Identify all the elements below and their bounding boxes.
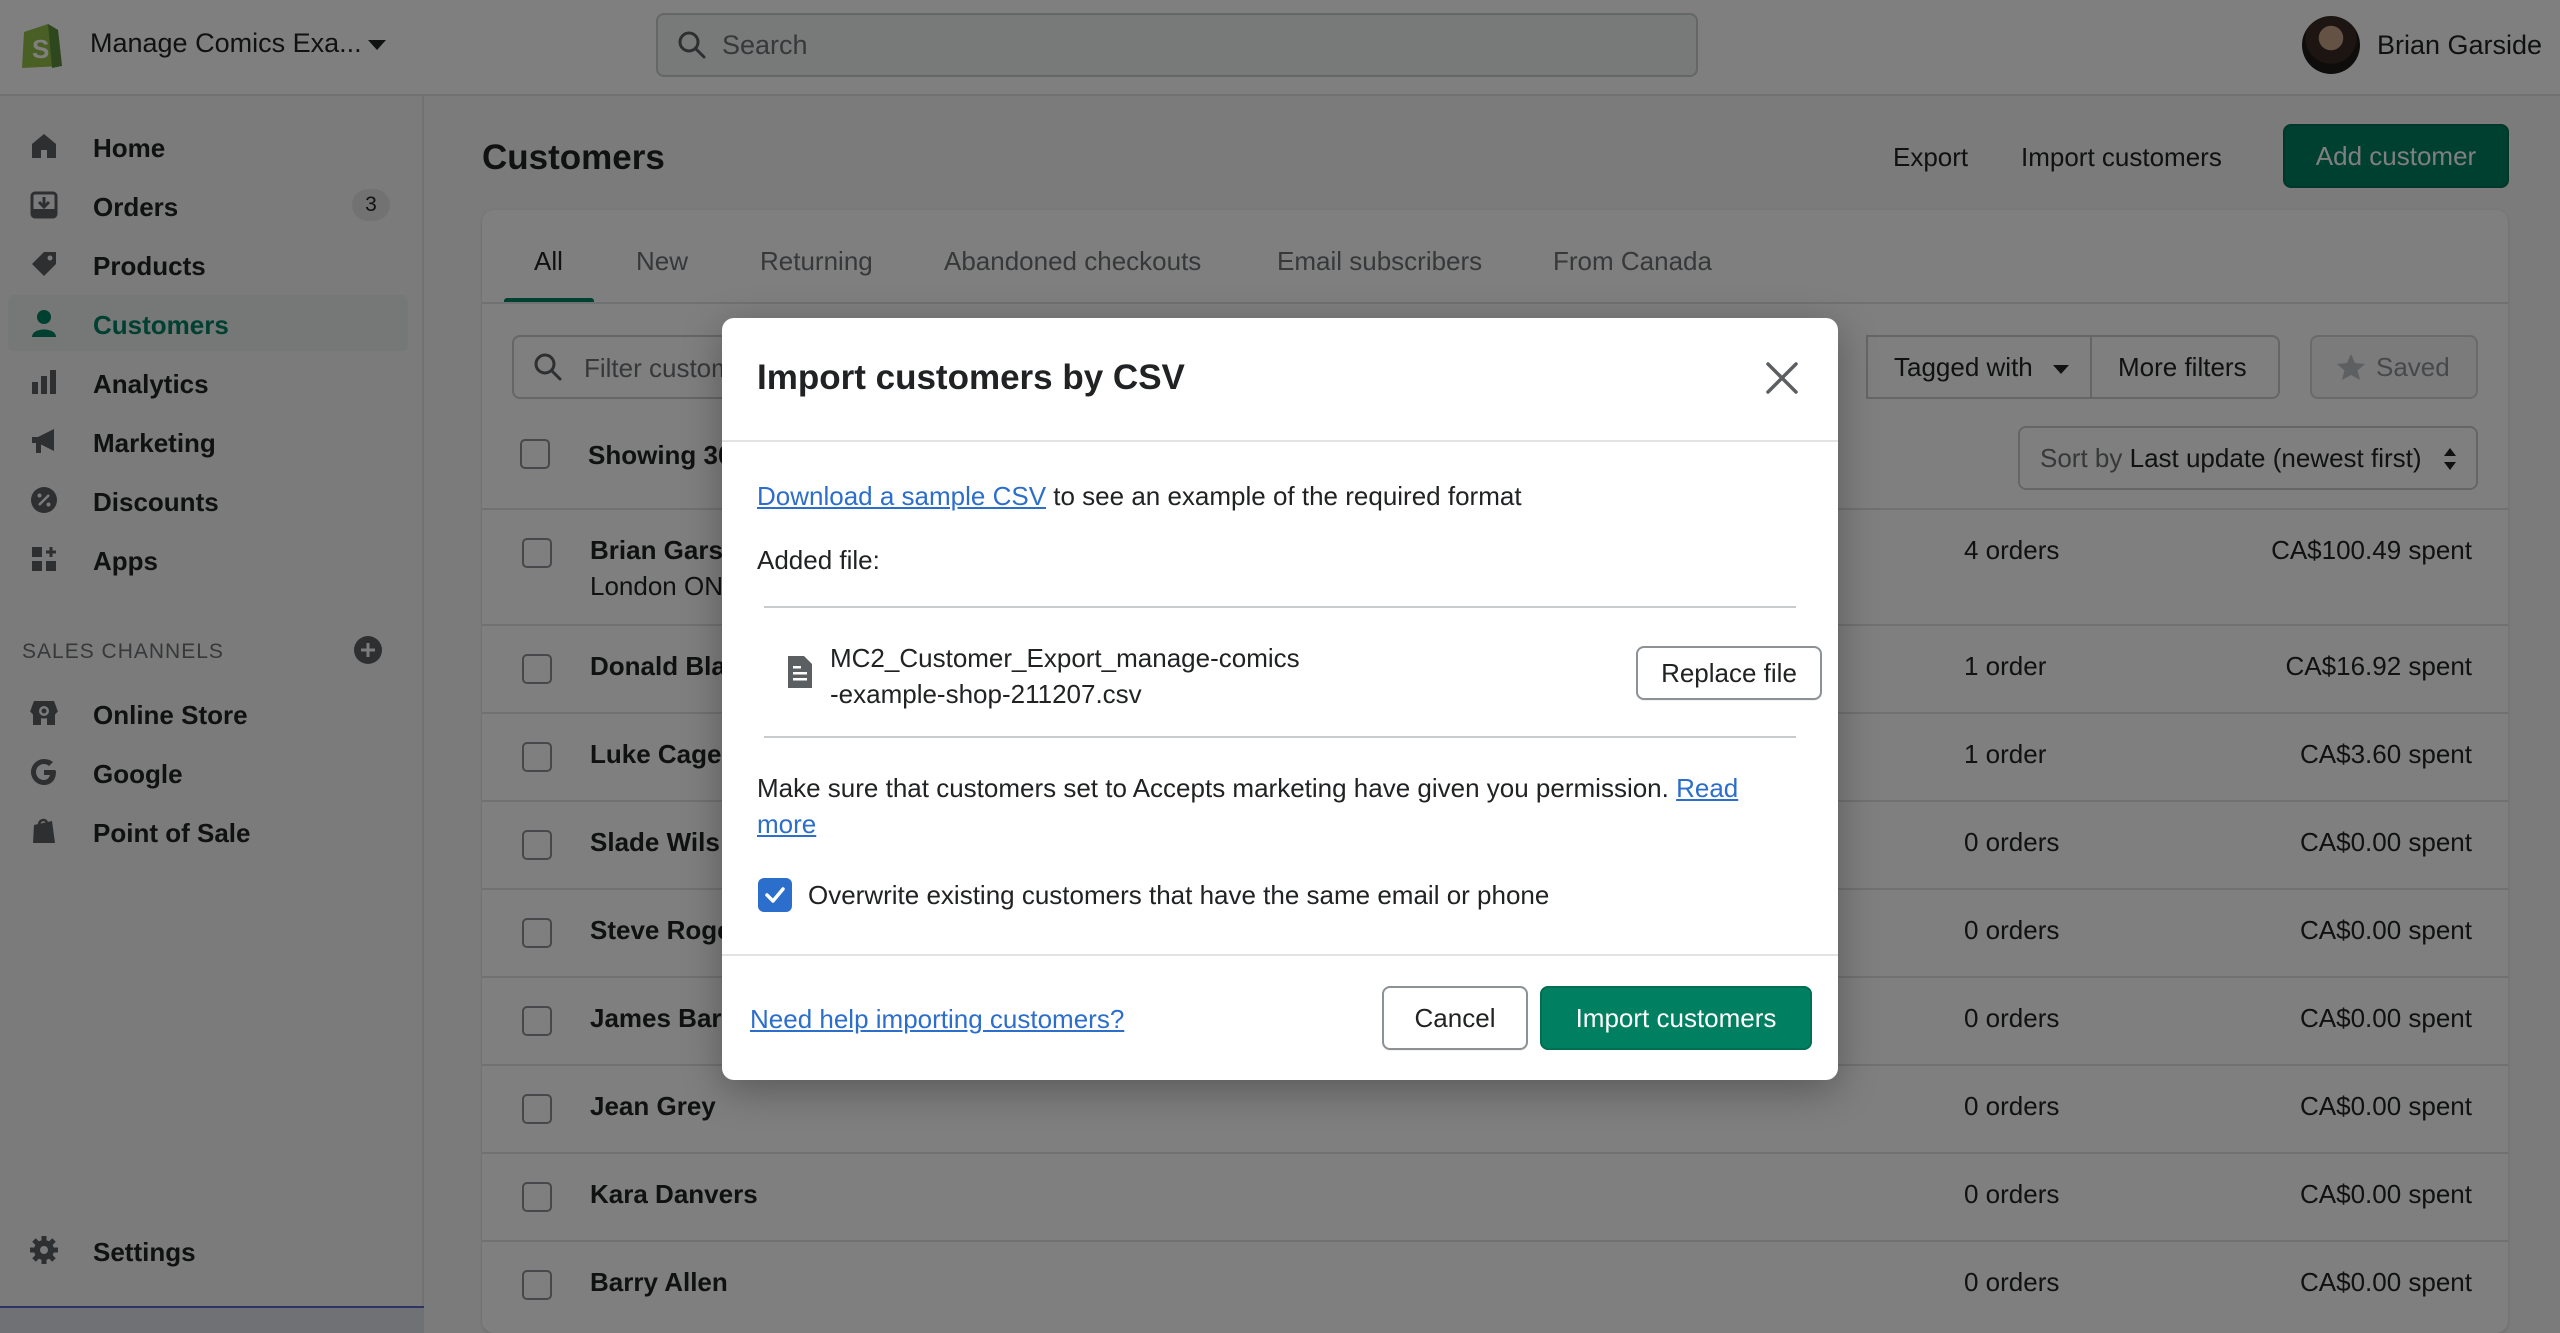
file-icon (788, 656, 812, 688)
help-importing-link[interactable]: Need help importing customers? (750, 1004, 1124, 1035)
permission-text: Make sure that customers set to Accepts … (757, 773, 1677, 803)
checkmark-icon (765, 887, 785, 903)
import-modal: Import customers by CSV Download a sampl… (722, 318, 1838, 1080)
close-icon[interactable] (1762, 358, 1802, 398)
replace-file-button[interactable]: Replace file (1636, 646, 1822, 700)
modal-title: Import customers by CSV (757, 358, 1185, 397)
added-file-row: MC2_Customer_Export_manage-comics-exampl… (764, 606, 1822, 738)
permission-note: Make sure that customers set to Accepts … (757, 770, 1797, 842)
import-customers-submit-button[interactable]: Import customers (1540, 986, 1812, 1050)
sample-csv-description: to see an example of the required format (1046, 481, 1522, 511)
overwrite-label[interactable]: Overwrite existing customers that have t… (808, 880, 1549, 911)
file-name: MC2_Customer_Export_manage-comics-exampl… (830, 643, 1300, 709)
overwrite-checkbox[interactable] (758, 878, 792, 912)
cancel-button[interactable]: Cancel (1382, 986, 1528, 1050)
download-sample-link[interactable]: Download a sample CSV (757, 481, 1046, 511)
sample-csv-text: Download a sample CSV to see an example … (757, 481, 1522, 512)
divider (722, 954, 1838, 956)
divider (722, 440, 1838, 442)
added-file-label: Added file: (757, 545, 880, 575)
